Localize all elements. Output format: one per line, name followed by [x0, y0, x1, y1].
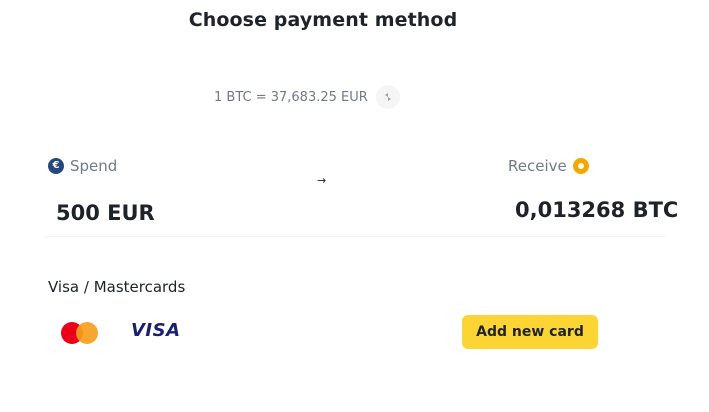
receive-label-row: Receive [508, 157, 589, 175]
exchange-rate-row: 1 BTC = 37,683.25 EUR [214, 85, 400, 109]
spend-label: Spend [70, 157, 118, 175]
add-new-card-button[interactable]: Add new card [462, 315, 598, 349]
payment-section-label: Visa / Mastercards [48, 278, 186, 296]
page-title: Choose payment method [188, 9, 458, 31]
arrow-right-icon: → [317, 174, 327, 187]
mastercard-orange-circle [76, 322, 98, 344]
visa-logo: VISA [131, 320, 181, 341]
refresh-icon [384, 93, 391, 101]
mastercard-logo [61, 322, 99, 344]
receive-amount: 0,013268 BTC [515, 198, 679, 222]
receive-label: Receive [508, 157, 567, 175]
exchange-rate-text: 1 BTC = 37,683.25 EUR [214, 89, 368, 105]
euro-coin-icon: € [48, 158, 64, 174]
spend-amount[interactable]: 500 EUR [56, 201, 155, 225]
divider [45, 236, 665, 237]
bitcoin-coin-icon [572, 158, 589, 174]
spend-label-row: € Spend [48, 157, 117, 175]
refresh-rate-button[interactable] [375, 85, 400, 109]
